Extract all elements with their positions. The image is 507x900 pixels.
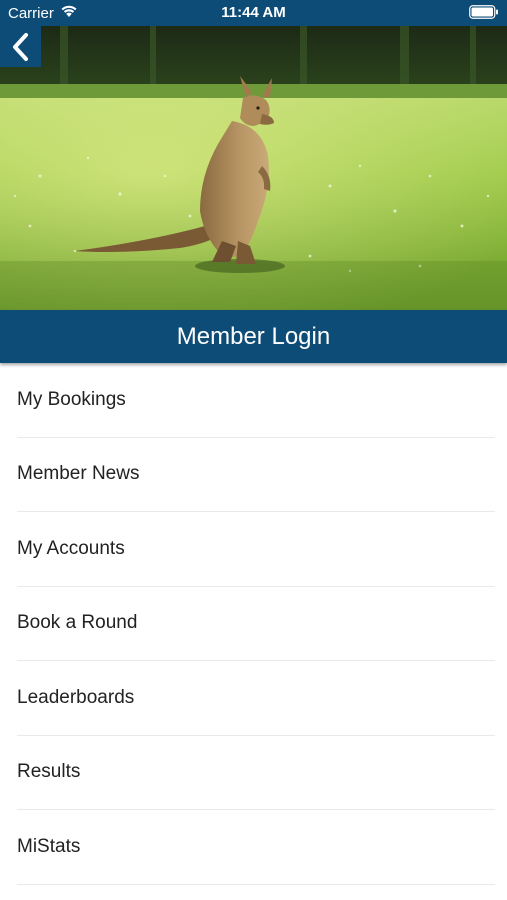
menu-item-results[interactable]: Results (17, 736, 495, 810)
menu-item-my-accounts[interactable]: My Accounts (17, 512, 495, 587)
menu-item-leaderboards[interactable]: Leaderboards (17, 661, 495, 736)
menu-item-book-a-round[interactable]: Book a Round (17, 587, 495, 661)
menu-item-my-bookings[interactable]: My Bookings (17, 363, 495, 438)
chevron-left-icon (12, 32, 28, 61)
status-time: 11:44 AM (221, 4, 286, 21)
menu-list: My Bookings Member News My Accounts Book… (0, 363, 507, 885)
menu-item-member-news[interactable]: Member News (17, 438, 495, 512)
hero-image (0, 26, 507, 310)
back-button[interactable] (0, 26, 41, 67)
status-bar: Carrier 11:44 AM (0, 0, 507, 26)
battery-icon (469, 5, 499, 23)
page-title: Member Login (0, 310, 507, 363)
menu-item-mistats[interactable]: MiStats (17, 810, 495, 885)
